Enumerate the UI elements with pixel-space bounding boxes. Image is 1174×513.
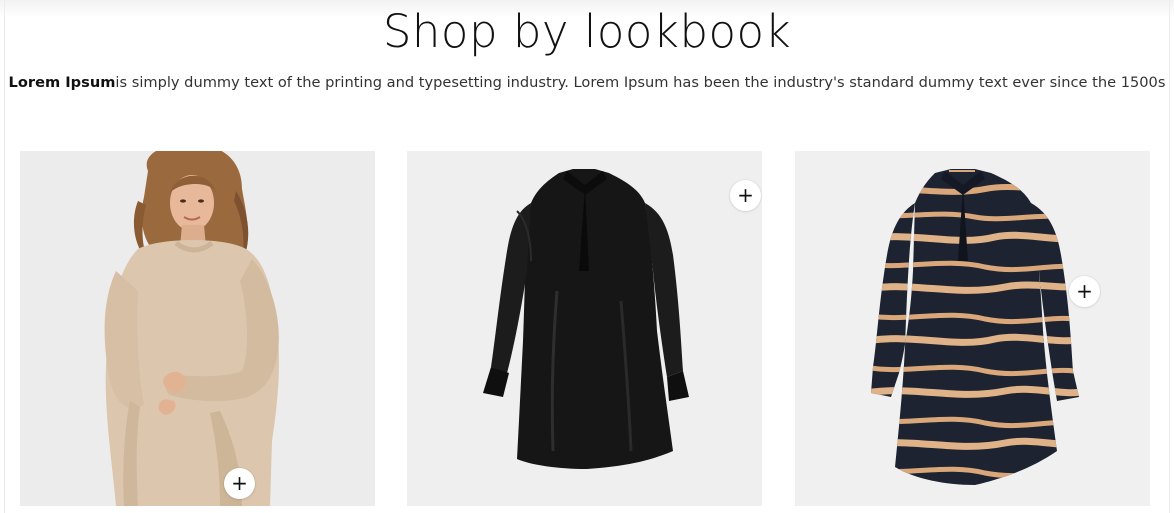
hotspot-plus-button[interactable]: +: [224, 468, 255, 499]
section-title: Shop by lookbook: [382, 5, 792, 58]
plus-icon: +: [231, 471, 248, 495]
beige-dress-model-image: [104, 151, 279, 506]
plus-icon: +: [737, 183, 754, 207]
lookbook-card-2[interactable]: +: [407, 151, 762, 506]
lookbook-section: Shop by lookbook Lorem Ipsumis simply du…: [0, 0, 1174, 513]
black-dress-image: [483, 169, 689, 469]
description-text: is simply dummy text of the printing and…: [115, 74, 1166, 91]
hotspot-plus-button[interactable]: +: [730, 180, 761, 211]
plus-icon: +: [1076, 279, 1093, 303]
lookbook-card-1[interactable]: +: [20, 151, 375, 506]
zebra-print-dress-image: [871, 169, 1079, 485]
description-bold: Lorem Ipsum: [8, 74, 116, 91]
hotspot-plus-button[interactable]: +: [1069, 276, 1100, 307]
section-description: Lorem Ipsumis simply dummy text of the p…: [0, 71, 1174, 95]
lookbook-card-3[interactable]: +: [795, 151, 1150, 506]
